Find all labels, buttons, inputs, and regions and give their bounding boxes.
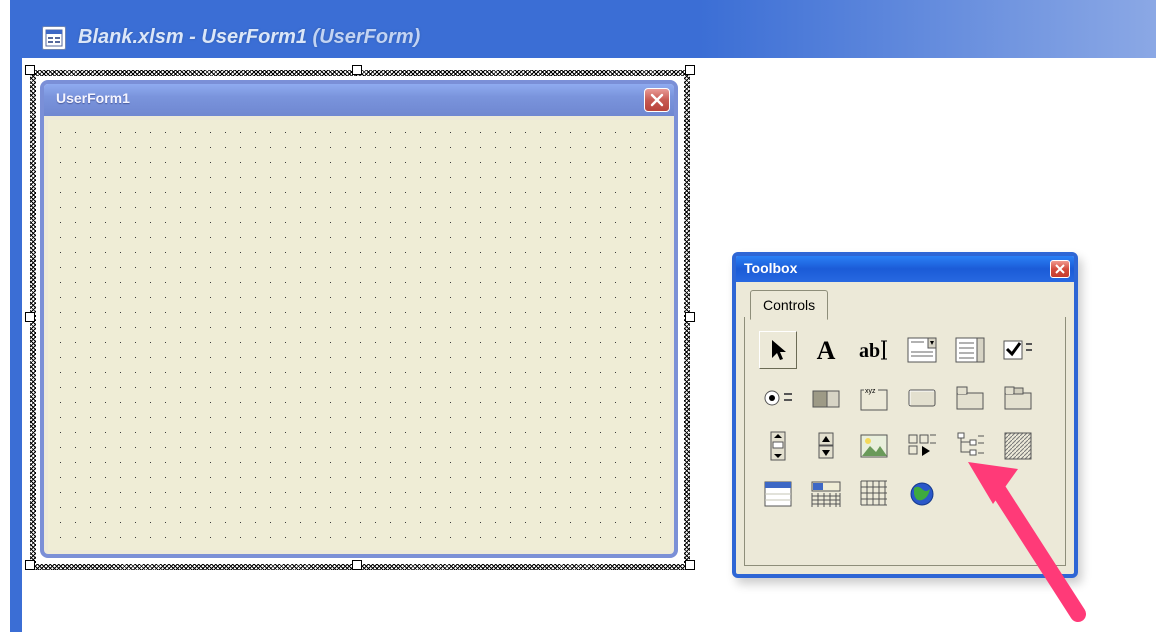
tool-togglebutton[interactable] (807, 379, 845, 417)
userform-window[interactable]: UserForm1 (40, 80, 678, 558)
textbox-icon: ab (859, 339, 889, 361)
tool-treeview[interactable] (951, 427, 989, 465)
svg-text:xyz: xyz (865, 388, 876, 395)
resize-handle-n[interactable] (352, 65, 362, 75)
userform-caption: UserForm1 (56, 90, 130, 106)
checkbox-icon (1004, 338, 1032, 362)
tool-checkbox[interactable] (999, 331, 1037, 369)
pointer-cursor-icon (768, 338, 788, 362)
tool-spinbutton[interactable] (807, 427, 845, 465)
userform-titlebar[interactable]: UserForm1 (44, 84, 674, 116)
frame-icon: xyz (860, 385, 888, 411)
refedit-icon (908, 434, 936, 458)
tool-commandbutton[interactable] (903, 379, 941, 417)
tool-frame[interactable]: xyz (855, 379, 893, 417)
progressbar-icon (811, 481, 841, 507)
resize-handle-sw[interactable] (25, 560, 35, 570)
tool-imagelist[interactable] (999, 427, 1037, 465)
svg-text:ab: ab (859, 340, 880, 362)
toolbox-tab-controls[interactable]: Controls (750, 290, 828, 320)
designer-left-rail (10, 0, 22, 632)
resize-handle-nw[interactable] (25, 65, 35, 75)
tool-select-objects[interactable] (759, 331, 797, 369)
tool-label[interactable]: A (807, 331, 845, 369)
toolbox-titlebar[interactable]: Toolbox (736, 256, 1074, 282)
resize-handle-w[interactable] (25, 312, 35, 322)
scrollbar-icon (770, 431, 786, 461)
treeview-icon (956, 432, 984, 460)
tool-image[interactable] (855, 427, 893, 465)
tabstrip-icon (956, 386, 984, 410)
datepicker-grid-icon (860, 480, 888, 508)
svg-text:A: A (817, 336, 836, 365)
toolbox-close-button[interactable] (1050, 260, 1070, 278)
resize-handle-se[interactable] (685, 560, 695, 570)
tool-tabstrip[interactable] (951, 379, 989, 417)
togglebutton-icon (812, 386, 840, 410)
tool-listbox[interactable] (951, 331, 989, 369)
tool-listview[interactable] (759, 475, 797, 513)
resize-handle-ne[interactable] (685, 65, 695, 75)
globe-icon (908, 480, 936, 508)
resize-handle-e[interactable] (685, 312, 695, 322)
tool-progressbar[interactable] (807, 475, 845, 513)
tool-scrollbar[interactable] (759, 427, 797, 465)
imagelist-icon (1004, 432, 1032, 460)
spinbutton-icon (818, 432, 834, 460)
toolbox-window[interactable]: Toolbox Controls A (732, 252, 1078, 578)
tool-combobox[interactable] (903, 331, 941, 369)
tool-textbox[interactable]: ab (855, 331, 893, 369)
tool-refedit[interactable] (903, 427, 941, 465)
optionbutton-icon (764, 386, 792, 410)
resize-handle-s[interactable] (352, 560, 362, 570)
userform-close-button[interactable] (644, 88, 670, 112)
designer-window-titlebar[interactable]: Blank.xlsm - UserForm1 (UserForm) (10, 0, 1156, 58)
listbox-icon (956, 338, 984, 362)
userform-design-surface[interactable] (48, 120, 670, 550)
image-icon (860, 434, 888, 458)
toolbox-title: Toolbox (744, 260, 797, 276)
toolbox-tab-label: Controls (763, 297, 815, 313)
combobox-icon (908, 338, 936, 362)
multipage-icon (1004, 386, 1032, 410)
toolbox-controls-panel: A ab (744, 317, 1066, 566)
listview-icon (764, 481, 792, 507)
form-document-icon (42, 26, 66, 50)
tool-optionbutton[interactable] (759, 379, 797, 417)
designer-window-title: Blank.xlsm - UserForm1 (UserForm) (78, 26, 420, 49)
tool-multipage[interactable] (999, 379, 1037, 417)
tool-datepicker[interactable] (855, 475, 893, 513)
close-icon (650, 93, 664, 107)
tool-webbrowser[interactable] (903, 475, 941, 513)
label-a-icon: A (812, 337, 840, 363)
close-icon (1055, 264, 1065, 274)
commandbutton-icon (908, 387, 936, 409)
